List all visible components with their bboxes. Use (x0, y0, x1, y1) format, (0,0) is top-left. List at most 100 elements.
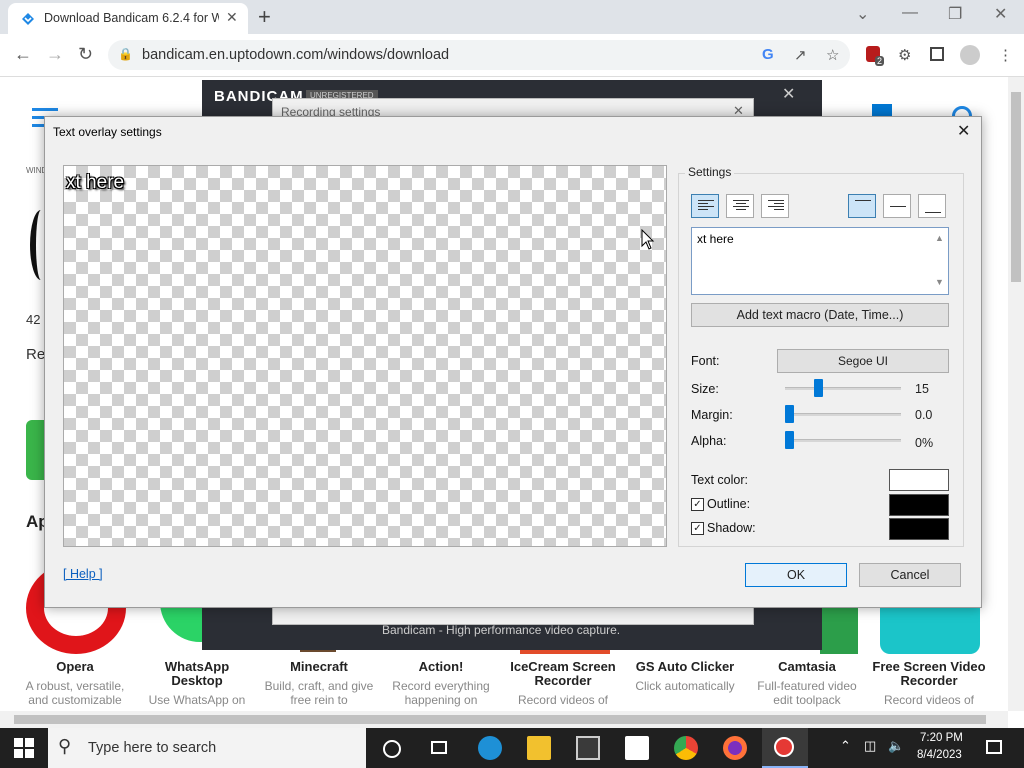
shadow-color-swatch[interactable] (889, 518, 949, 540)
font-select-button[interactable]: Segoe UI (777, 349, 949, 373)
preview-overlay-text: xt here (66, 172, 125, 193)
overlay-text-value: xt here (697, 232, 734, 246)
volume-icon[interactable]: 🔈 (888, 738, 904, 754)
app-card-camtasia[interactable]: Camtasia Full-featured video edit toolpa… (748, 659, 866, 708)
microsoft-store-icon[interactable] (576, 736, 600, 760)
valign-middle-button[interactable] (883, 194, 911, 218)
ok-button[interactable]: OK (745, 563, 847, 587)
app-name: Camtasia (778, 659, 836, 674)
network-icon[interactable]: ◫ (864, 738, 876, 754)
valign-middle-icon (890, 206, 906, 207)
edge-icon[interactable] (478, 736, 502, 760)
outline-color-swatch[interactable] (889, 494, 949, 516)
search-magnifier-icon: ⚲ (58, 736, 72, 756)
window-close-button[interactable]: ✕ (994, 4, 1007, 24)
app-name: GS Auto Clicker (635, 659, 735, 674)
back-arrow-icon[interactable]: ← (14, 44, 32, 65)
outline-checkbox[interactable]: ✓ (691, 498, 704, 511)
windows-start-icon[interactable] (14, 738, 34, 758)
menu-kebab-icon[interactable]: ⋮ (998, 46, 1013, 64)
task-view-icon[interactable] (431, 741, 447, 754)
taskbar-search-placeholder: Type here to search (88, 740, 217, 756)
app-card-free-screen-recorder[interactable]: Free Screen Video Recorder Record videos… (870, 659, 988, 708)
cortana-icon[interactable] (383, 740, 401, 758)
mail-icon[interactable] (625, 736, 649, 760)
firefox-icon[interactable] (723, 736, 747, 760)
app-name: IceCream Screen Recorder (510, 659, 616, 688)
align-left-button[interactable] (691, 194, 719, 218)
browser-tab[interactable]: Download Bandicam 6.2.4 for W ✕ (8, 3, 248, 34)
tab-close-icon[interactable]: ✕ (226, 9, 238, 26)
add-text-macro-button[interactable]: Add text macro (Date, Time...) (691, 303, 949, 327)
outline-label: Outline: (707, 497, 751, 511)
system-tray-chevron-icon[interactable]: ⌃ (840, 738, 851, 754)
valign-top-icon (855, 200, 871, 201)
bandicam-footer-text: Bandicam - High performance video captur… (382, 623, 621, 637)
clock-time[interactable]: 7:20 PM (920, 732, 963, 744)
side-panel-icon[interactable] (930, 47, 944, 61)
app-card-minecraft[interactable]: Minecraft Build, craft, and give free re… (260, 660, 378, 708)
chrome-icon[interactable] (674, 736, 698, 760)
vertical-scrollbar-thumb[interactable] (1011, 92, 1021, 282)
download-button-partial[interactable] (26, 420, 44, 480)
hamburger-menu-icon[interactable] (32, 108, 58, 111)
reload-icon[interactable]: ↻ (78, 44, 93, 65)
app-card-whatsapp[interactable]: WhatsApp Desktop Use WhatsApp on (138, 660, 256, 708)
cancel-button[interactable]: Cancel (859, 563, 961, 587)
margin-label: Margin: (691, 408, 733, 422)
window-restore-button[interactable]: ❐ (948, 4, 962, 24)
align-right-icon (768, 200, 784, 212)
help-link[interactable]: [ Help ] (63, 567, 103, 581)
extension-badge: 2 (875, 56, 885, 66)
valign-bottom-button[interactable] (918, 194, 946, 218)
app-description: Record everything happening on (392, 679, 490, 707)
forward-arrow-icon[interactable]: → (46, 44, 64, 65)
camtasia-icon[interactable] (820, 600, 858, 654)
alpha-slider-thumb[interactable] (785, 431, 794, 449)
app-card-gs-auto-clicker[interactable]: GS Auto Clicker Click automatically (626, 659, 744, 694)
app-description: Full-featured video edit toolpack (757, 679, 857, 707)
lock-icon[interactable]: 🔒 (118, 47, 133, 61)
textarea-scroll-up-icon[interactable]: ▲ (935, 233, 944, 243)
bandicam-close-icon[interactable]: ✕ (782, 84, 795, 104)
align-center-button[interactable] (726, 194, 754, 218)
window-minimize-button[interactable]: — (902, 4, 918, 22)
new-tab-button[interactable]: + (258, 4, 271, 30)
size-slider-thumb[interactable] (813, 379, 823, 397)
app-description: Record videos of (883, 693, 975, 707)
app-card-icecream[interactable]: IceCream Screen Recorder Record videos o… (504, 659, 622, 708)
size-label: Size: (691, 382, 719, 396)
overlay-text-input[interactable]: xt here (691, 227, 949, 295)
text-color-swatch[interactable] (889, 469, 949, 491)
valign-top-button[interactable] (848, 194, 876, 218)
extensions-puzzle-icon[interactable]: ⚙ (898, 46, 911, 64)
align-right-button[interactable] (761, 194, 789, 218)
alpha-slider-track[interactable] (785, 439, 901, 442)
clock-date[interactable]: 8/4/2023 (917, 749, 962, 761)
check-mark-icon: ✓ (693, 499, 702, 510)
horizontal-scrollbar-thumb[interactable] (14, 715, 986, 724)
notification-center-icon[interactable] (986, 740, 1002, 754)
url-text[interactable]: bandicam.en.uptodown.com/windows/downloa… (142, 47, 449, 63)
font-label: Font: (691, 354, 720, 368)
overlay-preview[interactable]: xt here (63, 165, 667, 547)
align-left-icon (698, 200, 714, 212)
app-name: Free Screen Video Recorder (872, 659, 986, 688)
page-partial-text: 42 (26, 312, 41, 327)
margin-slider-track[interactable] (785, 413, 901, 416)
google-icon[interactable]: G (762, 46, 774, 63)
file-explorer-icon[interactable] (527, 736, 551, 760)
margin-slider-thumb[interactable] (785, 405, 794, 423)
bookmark-star-icon[interactable]: ☆ (826, 46, 839, 64)
profile-avatar-icon[interactable] (960, 45, 980, 65)
settings-group-label: Settings (685, 165, 735, 179)
share-icon[interactable]: ↗ (794, 46, 807, 64)
shadow-checkbox[interactable]: ✓ (691, 522, 704, 535)
app-card-opera[interactable]: Opera A robust, versatile, and customiza… (16, 660, 134, 708)
size-slider-track[interactable] (785, 387, 901, 390)
tab-search-icon[interactable]: ⌄ (856, 4, 869, 24)
dialog-close-icon[interactable]: ✕ (957, 121, 970, 141)
bandicam-record-icon (774, 737, 794, 757)
app-card-action[interactable]: Action! Record everything happening on (382, 660, 500, 708)
textarea-scroll-down-icon[interactable]: ▼ (935, 277, 944, 287)
